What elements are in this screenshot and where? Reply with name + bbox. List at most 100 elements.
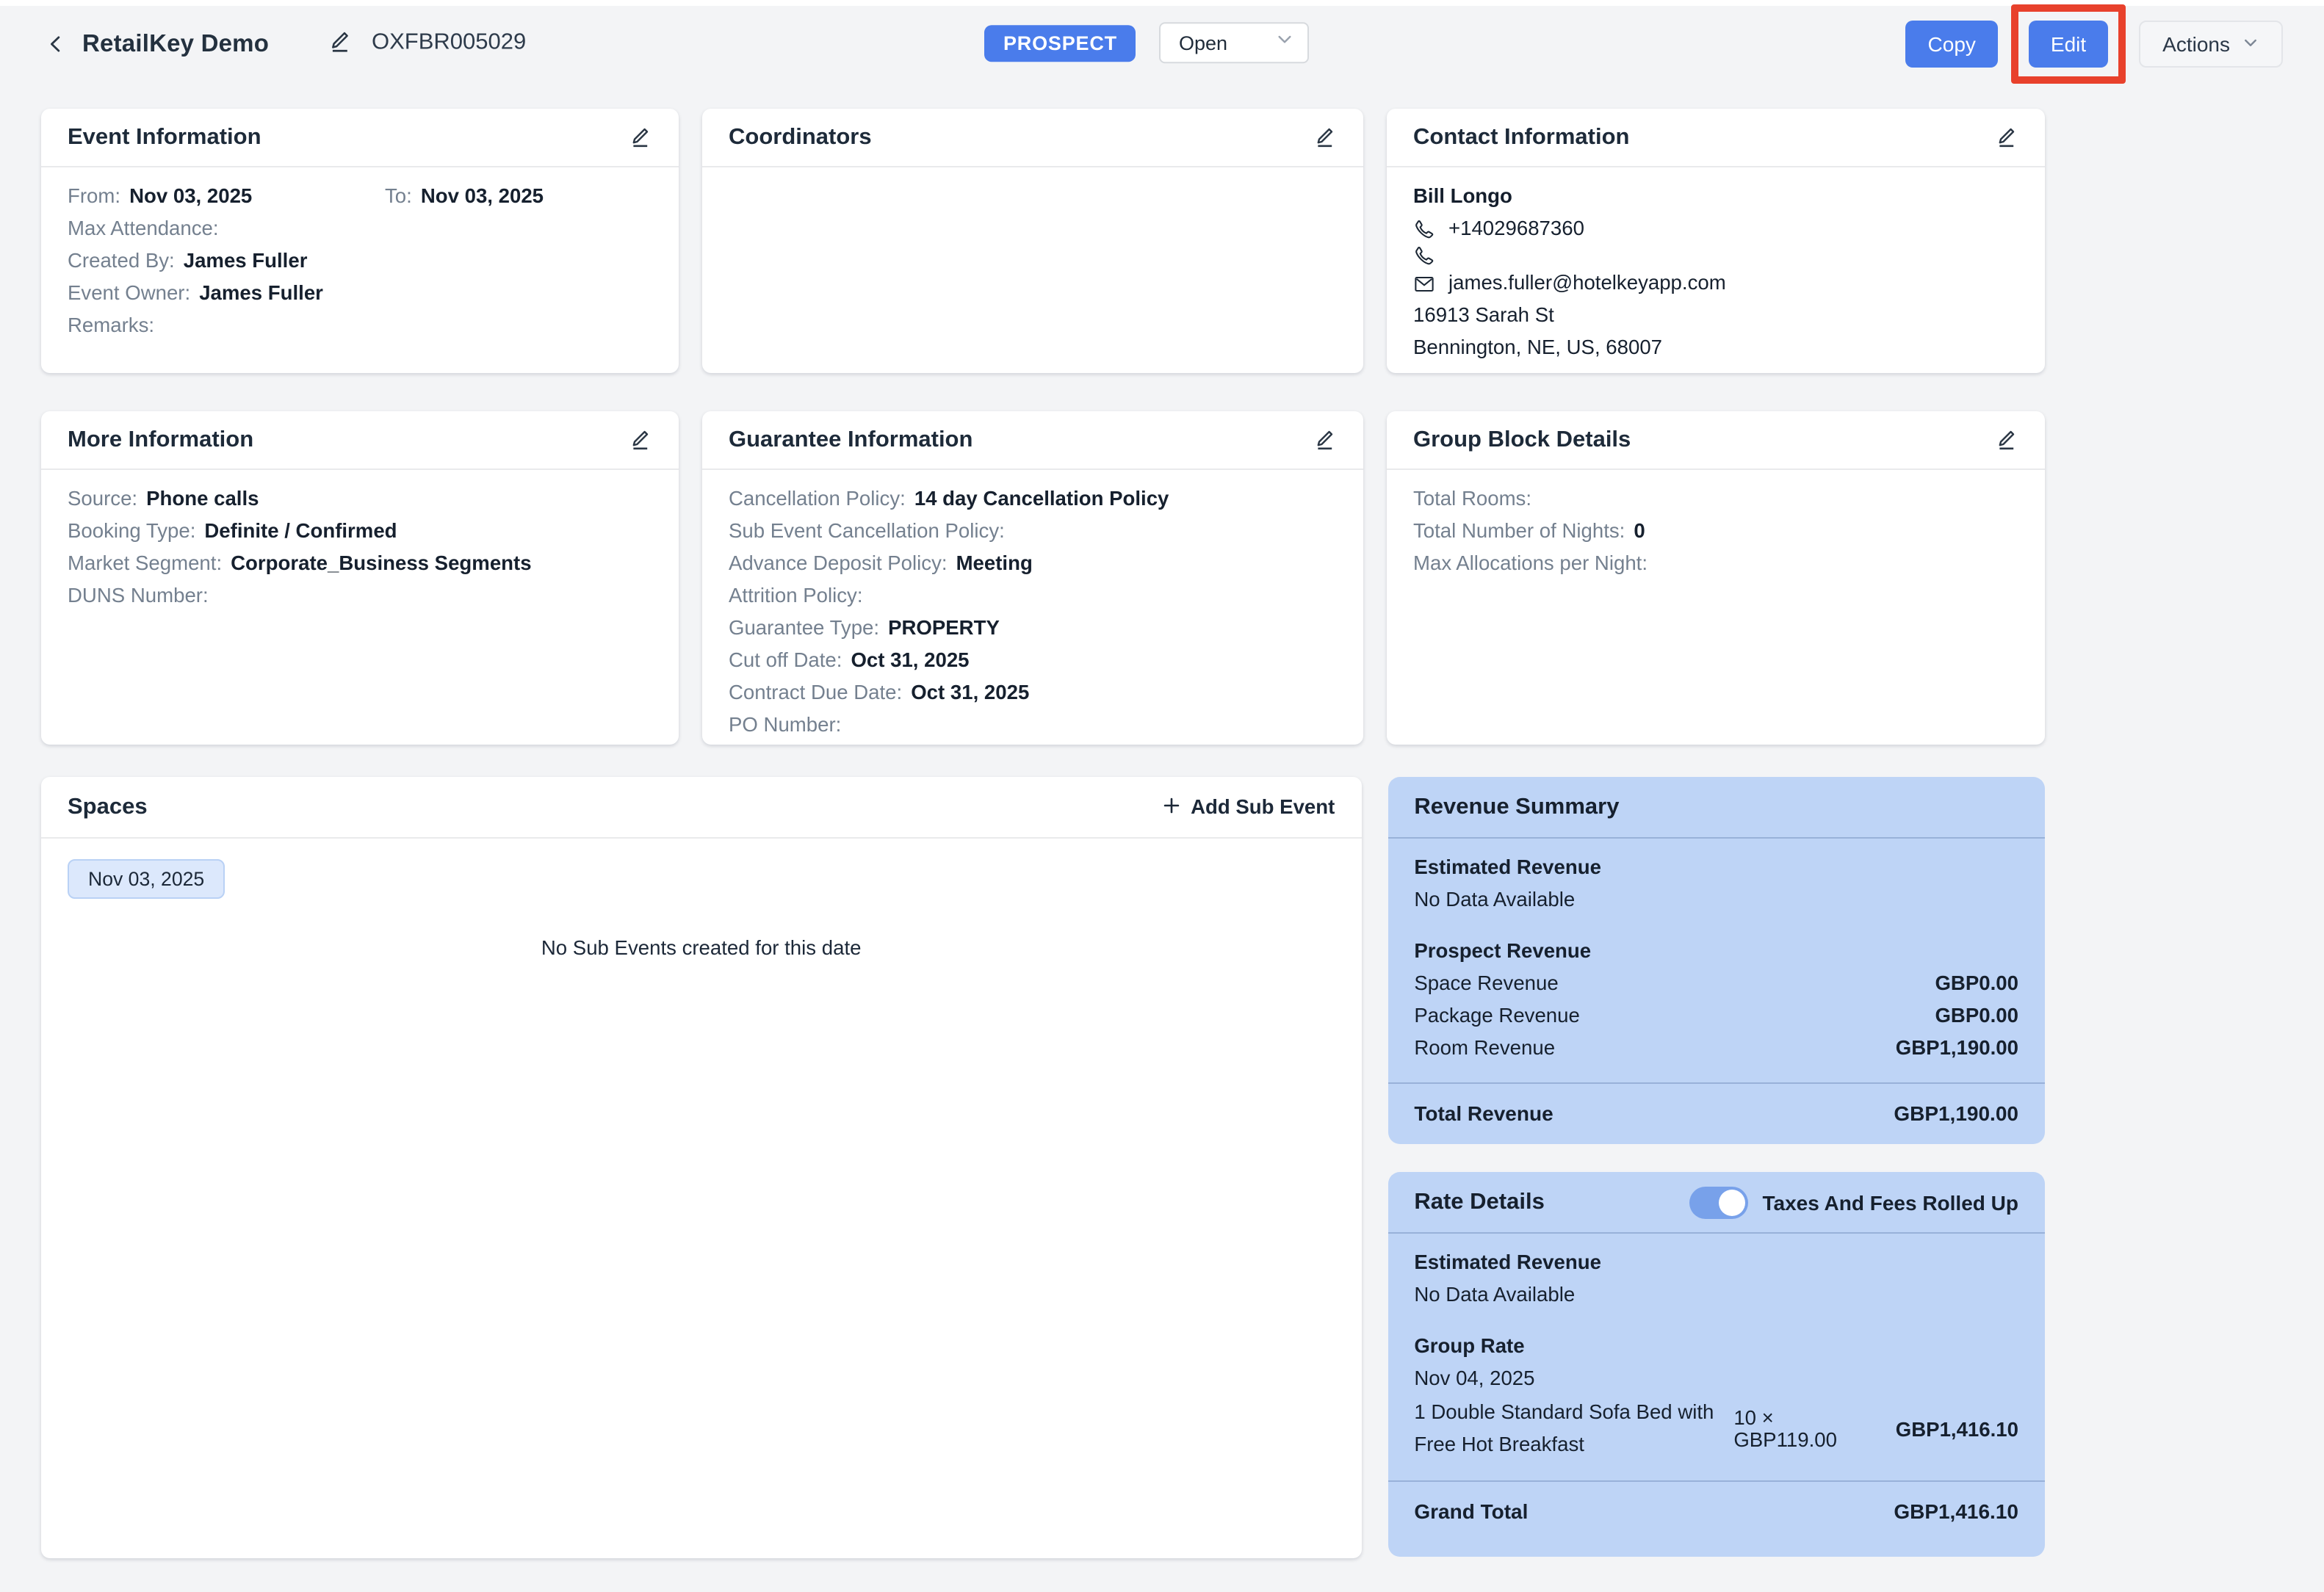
status-badge: PROSPECT [984,24,1136,61]
page-title: RetailKey Demo [82,30,269,58]
contact-email: james.fuller@hotelkeyapp.com [1448,267,1726,300]
chevron-down-icon [2242,32,2259,56]
field-value: Meeting [956,552,1033,574]
event-information-card: Event Information From: Nov 03, 2025 To: N… [41,109,679,373]
taxes-rolled-up-toggle[interactable] [1689,1186,1747,1218]
card-title: Coordinators [729,124,872,151]
field-value: Nov 03, 2025 [421,185,544,207]
contact-information-card: Contact Information Bill Longo +14029687… [1387,109,2045,373]
field-label: From: [68,185,120,207]
panel-header: Rate Details Taxes And Fees Rolled Up [1387,1172,2045,1234]
field-row: Total Rooms: [1413,483,2018,515]
edit-event-information-button[interactable] [627,123,652,152]
revenue-row-label: Space Revenue [1414,968,1558,1000]
stage-select[interactable]: Open [1160,22,1310,63]
revenue-row-label: Package Revenue [1414,1000,1580,1032]
info-card-grid: Event Information From: Nov 03, 2025 To: N… [41,109,2045,745]
field-row: Remarks: [68,310,652,342]
contact-phone-row [1413,245,2018,267]
field-label: Source: [68,488,137,510]
chevron-left-icon [46,34,66,54]
pencil-icon [1312,425,1337,455]
field-value: 14 day Cancellation Policy [914,488,1169,510]
panel-title: Revenue Summary [1414,794,1619,820]
back-button[interactable] [41,29,71,59]
card-header: More Information [41,411,679,470]
revenue-row-label: Room Revenue [1414,1032,1555,1065]
card-title: Event Information [68,124,261,151]
field-label: Cancellation Policy: [729,488,906,510]
field-value: PROPERTY [888,617,1000,639]
field-label: Event Owner: [68,282,190,304]
field-label: Max Attendance: [68,217,219,239]
total-revenue-row: Total Revenue GBP1,190.00 [1387,1082,2045,1143]
event-code-group: OXFBR005029 [326,27,526,58]
edit-button[interactable]: Edit [2029,21,2108,68]
card-header: Guarantee Information [702,411,1363,470]
revenue-row: Room RevenueGBP1,190.00 [1414,1032,2018,1065]
rate-line-item: 1 Double Standard Sofa Bed with Free Hot… [1414,1397,2018,1461]
edit-code-button[interactable] [326,27,353,58]
revenue-row: Package RevenueGBP0.00 [1414,1000,2018,1032]
date-chip[interactable]: Nov 03, 2025 [68,859,225,899]
add-sub-event-button[interactable]: Add Sub Event [1161,795,1335,819]
section-title: Prospect Revenue [1414,936,2018,968]
field-label: Sub Event Cancellation Policy: [729,520,1005,542]
taxes-toggle-label: Taxes And Fees Rolled Up [1762,1190,2018,1214]
main-content: Event Information From: Nov 03, 2025 To: N… [41,109,2045,1558]
actions-button-label: Actions [2162,32,2230,56]
card-title: Spaces [68,794,148,820]
pencil-icon [627,123,652,152]
revenue-row-amount: GBP0.00 [1935,968,2018,1000]
card-body: Nov 03, 2025 No Sub Events created for t… [41,839,1361,977]
pencil-icon [627,425,652,455]
card-body: Bill Longo +14029687360 james.fuller@hot… [1387,167,2045,373]
field-value: Oct 31, 2025 [911,681,1029,703]
edit-guarantee-information-button[interactable] [1312,425,1337,455]
field-row: Max Attendance: [68,213,652,245]
edit-coordinators-button[interactable] [1312,123,1337,152]
contact-address-line2: Bennington, NE, US, 68007 [1413,332,2018,364]
field-label: Attrition Policy: [729,585,863,607]
chevron-down-icon [1276,29,1295,56]
field-label: To: [385,185,412,207]
grand-total-row: Grand Total GBP1,416.10 [1387,1480,2045,1541]
plus-icon [1161,795,1180,819]
card-body: Cancellation Policy: 14 day Cancellation … [702,470,1363,745]
copy-button[interactable]: Copy [1906,21,1998,68]
card-title: More Information [68,427,253,453]
card-body [702,167,1363,198]
field-value: James Fuller [199,282,323,304]
field-label: Total Number of Nights: [1413,520,1625,542]
rate-line-item-amount: GBP1,416.10 [1896,1418,2018,1440]
field-label: Total Rooms: [1413,488,1531,510]
group-block-details-card: Group Block Details Total Rooms: Total N… [1387,411,2045,745]
pencil-icon [1312,123,1337,152]
phone-icon [1413,245,1435,267]
edit-contact-information-button[interactable] [1993,123,2018,152]
field-row: PO Number: [729,709,1337,742]
actions-button[interactable]: Actions [2139,21,2283,68]
empty-message: No Sub Events created for this date [68,937,1335,959]
toggle-knob [1718,1189,1744,1215]
field-value: 0 [1634,520,1645,542]
edit-group-block-details-button[interactable] [1993,425,2018,455]
edit-more-information-button[interactable] [627,425,652,455]
grand-total-value: GBP1,416.10 [1894,1499,2018,1523]
card-header: Coordinators [702,109,1363,167]
field-value: Nov 03, 2025 [129,185,252,207]
field-label: Created By: [68,250,175,272]
field-row: Attrition Policy: [729,580,1337,612]
phone-icon [1413,218,1435,240]
pencil-icon [326,27,353,58]
field-value: Phone calls [146,488,259,510]
field-row: Max Allocations per Night: [1413,548,2018,580]
stage-select-value: Open [1179,32,1227,54]
card-title: Contact Information [1413,124,1630,151]
annotation-highlight: Edit [2011,4,2126,84]
contact-email-row: james.fuller@hotelkeyapp.com [1413,267,2018,300]
rate-details-panel: Rate Details Taxes And Fees Rolled Up Es… [1387,1172,2045,1557]
taxes-toggle-group: Taxes And Fees Rolled Up [1689,1186,2018,1218]
field-row: Booking Type:Definite / Confirmed [68,515,652,548]
field-value: Oct 31, 2025 [851,649,969,671]
